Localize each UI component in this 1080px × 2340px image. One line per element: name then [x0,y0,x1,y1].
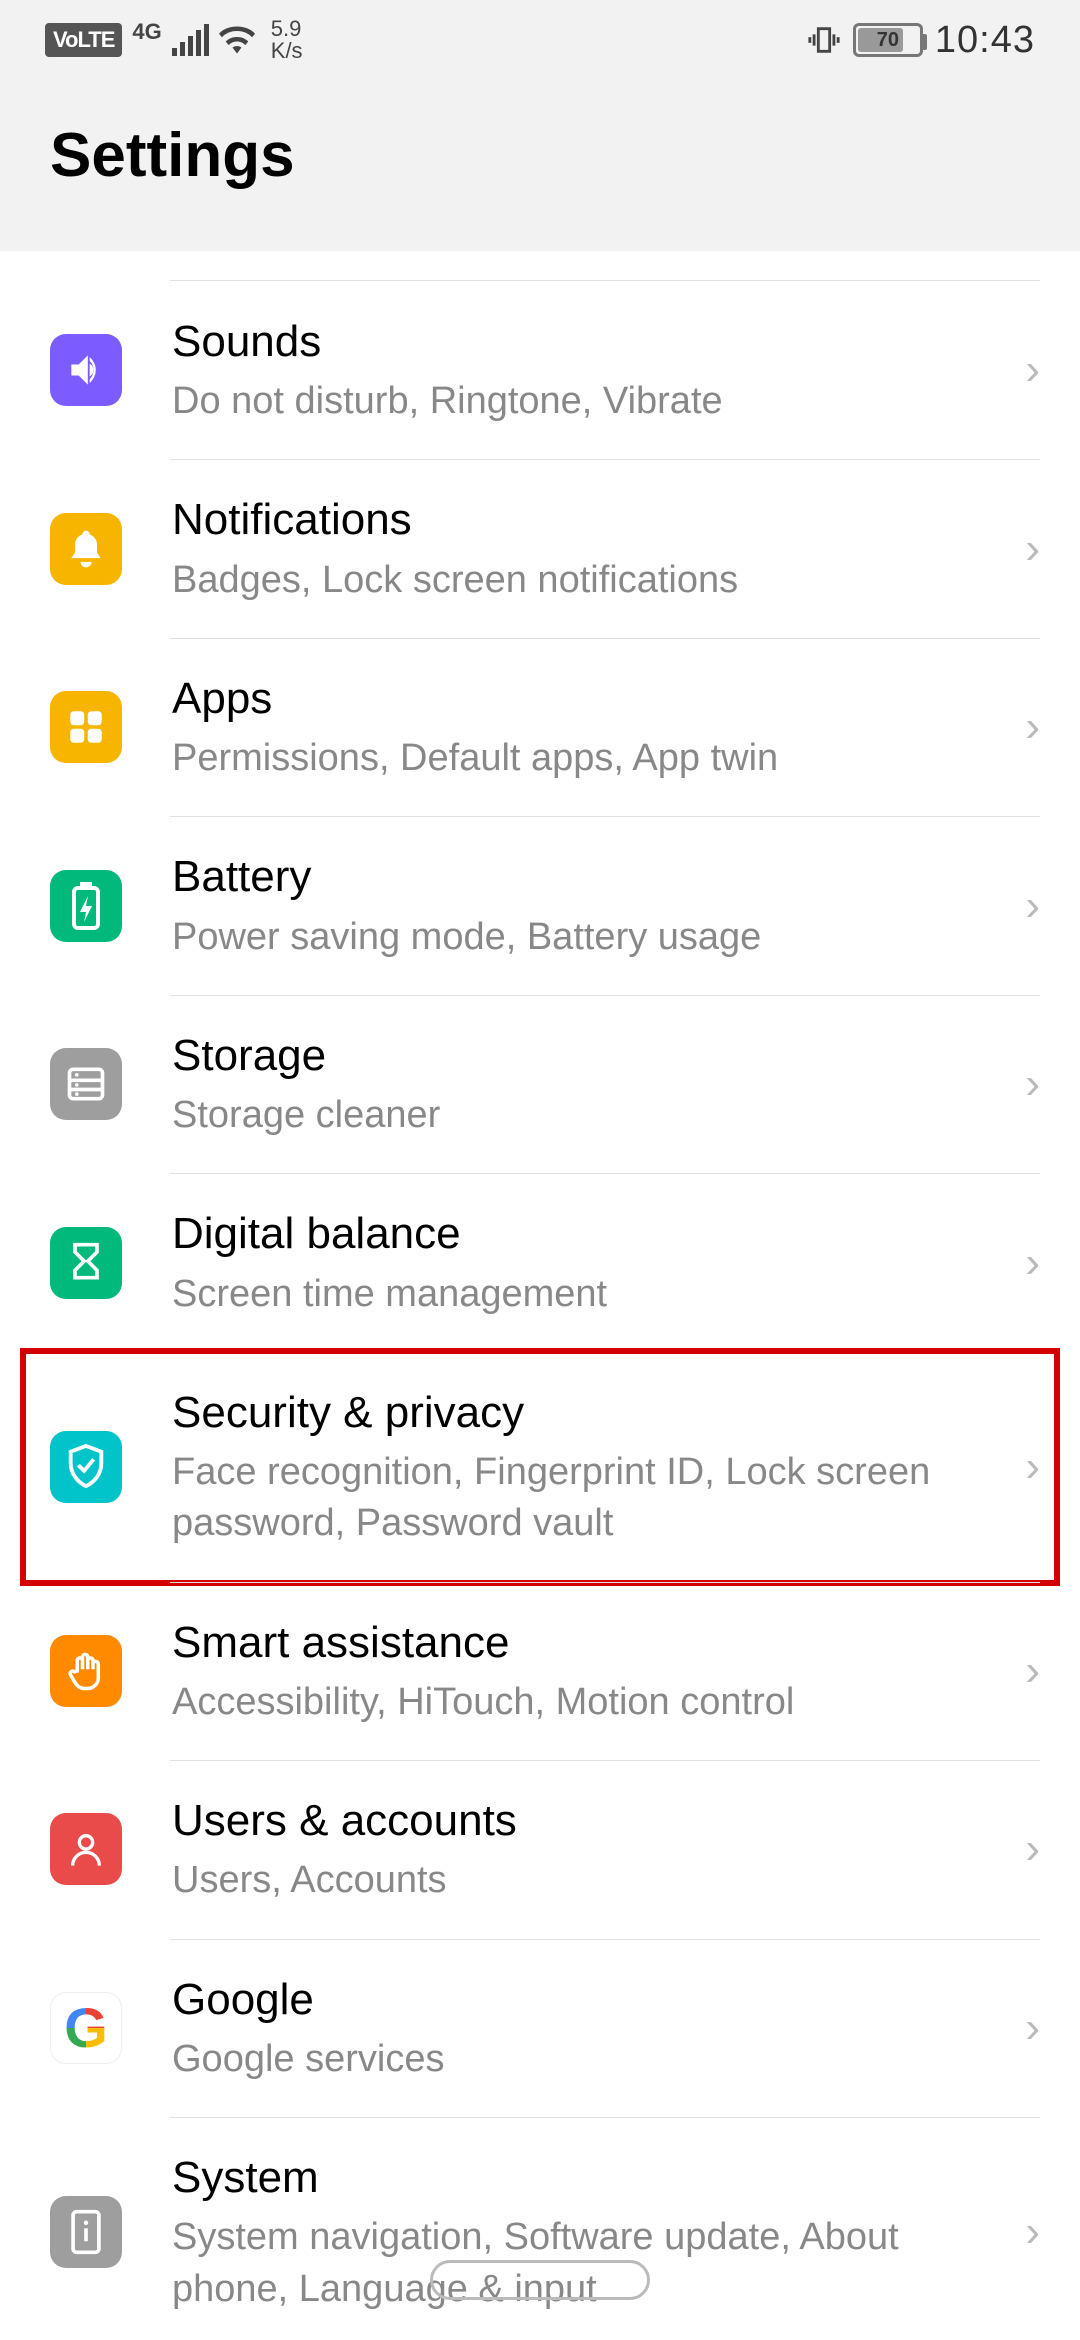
settings-item-security-privacy[interactable]: Security & privacy Face recognition, Fin… [0,1352,1080,1582]
item-title: Storage [172,1027,1005,1084]
item-title: Digital balance [172,1205,1005,1262]
wifi-icon [219,26,255,54]
hourglass-icon [50,1227,122,1299]
item-title: Security & privacy [172,1384,1005,1441]
shield-icon [50,1431,122,1503]
chevron-right-icon: › [1025,524,1040,574]
settings-item-digital-balance[interactable]: Digital balance Screen time management › [0,1173,1080,1351]
clock: 10:43 [935,19,1035,62]
chevron-right-icon: › [1025,2003,1040,2053]
server-icon [50,1048,122,1120]
settings-item-apps[interactable]: Apps Permissions, Default apps, App twin… [0,638,1080,816]
phone-info-icon [50,2196,122,2268]
settings-item-users-accounts[interactable]: Users & accounts Users, Accounts › [0,1760,1080,1938]
chevron-right-icon: › [1025,1646,1040,1696]
network-type: 4G [132,19,161,45]
chevron-right-icon: › [1025,702,1040,752]
settings-item-sounds[interactable]: Sounds Do not disturb, Ringtone, Vibrate… [0,281,1080,459]
settings-item-battery[interactable]: Battery Power saving mode, Battery usage… [0,816,1080,994]
chevron-right-icon: › [1025,1442,1040,1492]
speaker-icon [50,334,122,406]
item-title: Sounds [172,313,1005,370]
item-title: Smart assistance [172,1614,1005,1671]
item-subtitle: Storage cleaner [172,1090,1005,1141]
item-subtitle: Badges, Lock screen notifications [172,555,1005,606]
item-subtitle: Do not disturb, Ringtone, Vibrate [172,376,1005,427]
chevron-right-icon: › [1025,1238,1040,1288]
settings-item-smart-assistance[interactable]: Smart assistance Accessibility, HiTouch,… [0,1582,1080,1760]
item-subtitle: Screen time management [172,1269,1005,1320]
item-subtitle: Permissions, Default apps, App twin [172,733,1005,784]
battery-icon: 70 [853,23,923,57]
item-subtitle: Face recognition, Fingerprint ID, Lock s… [172,1447,1005,1550]
item-subtitle: Accessibility, HiTouch, Motion control [172,1677,1005,1728]
item-title: System [172,2149,1005,2206]
page-header: Settings [0,80,1080,251]
item-subtitle: Users, Accounts [172,1855,1005,1906]
item-title: Battery [172,848,1005,905]
chevron-right-icon: › [1025,1824,1040,1874]
battery-icon [50,870,122,942]
home-indicator[interactable] [430,2260,650,2300]
settings-item-notifications[interactable]: Notifications Badges, Lock screen notifi… [0,459,1080,637]
volte-badge: VoLTE [45,23,122,57]
status-right: 70 10:43 [807,19,1035,62]
item-subtitle: Google services [172,2034,1005,2085]
status-left: VoLTE 4G 5.9 K/s [45,18,303,62]
item-title: Apps [172,670,1005,727]
vibrate-icon [807,23,841,57]
settings-item-google[interactable]: G Google Google services › [0,1939,1080,2117]
bell-icon [50,513,122,585]
item-title: Notifications [172,491,1005,548]
chevron-right-icon: › [1025,2207,1040,2257]
network-speed: 5.9 K/s [271,18,303,62]
grid-icon [50,691,122,763]
status-bar: VoLTE 4G 5.9 K/s 70 10:43 [0,0,1080,80]
settings-item-storage[interactable]: Storage Storage cleaner › [0,995,1080,1173]
chevron-right-icon: › [1025,345,1040,395]
hand-icon [50,1635,122,1707]
item-subtitle: Power saving mode, Battery usage [172,912,1005,963]
item-title: Google [172,1971,1005,2028]
chevron-right-icon: › [1025,881,1040,931]
signal-icon [172,24,209,56]
page-title: Settings [50,120,1030,191]
google-icon: G [50,1992,122,2064]
settings-item-system[interactable]: System System navigation, Software updat… [0,2117,1080,2340]
clipped-previous-item [170,251,1040,281]
chevron-right-icon: › [1025,1059,1040,1109]
user-icon [50,1813,122,1885]
item-title: Users & accounts [172,1792,1005,1849]
settings-list: Sounds Do not disturb, Ringtone, Vibrate… [0,251,1080,2340]
